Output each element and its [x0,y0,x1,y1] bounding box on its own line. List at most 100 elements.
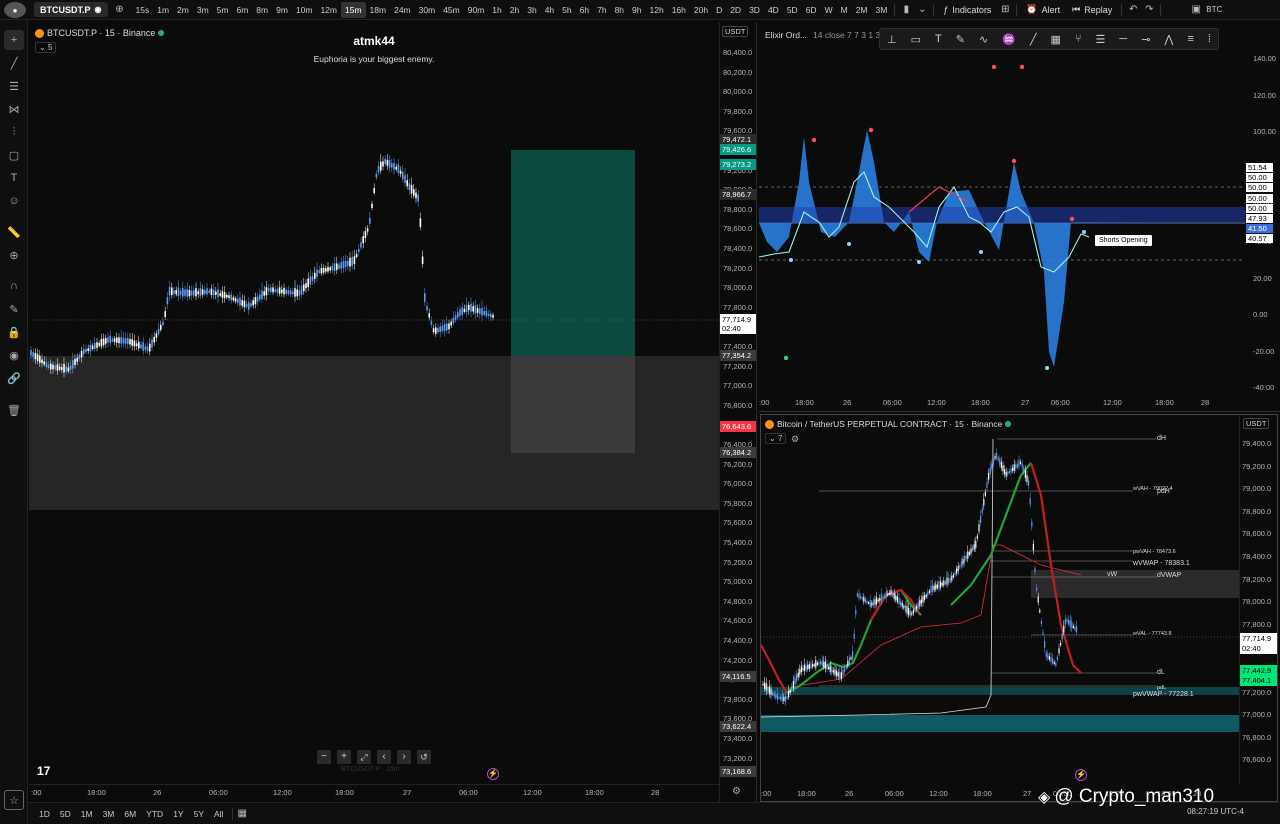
tradingview-logo[interactable]: 17 [37,764,50,778]
list-tool-icon[interactable]: ≡ [1187,33,1193,45]
emoji-icon[interactable]: ☺ [4,191,24,211]
settings-icon[interactable]: ⚙ [791,434,799,445]
timeframe-4h[interactable]: 4h [541,2,558,18]
oscillator-canvas[interactable] [759,22,1280,412]
magnet-icon[interactable]: ∩ [4,276,24,296]
osc-time-axis[interactable]: :00 18:00 26 06:00 12:00 18:00 27 06:00 12:00 18:… [759,394,1280,411]
range-6m[interactable]: 6M [119,809,141,819]
range-5d[interactable]: 5D [55,809,76,819]
timeframe-12h[interactable]: 12h [646,2,668,18]
timeframe-9m[interactable]: 9m [272,2,292,18]
timeframe-15s[interactable]: 15s [132,2,154,18]
timeframe-1m[interactable]: 1m [153,2,173,18]
eye-icon[interactable]: ◉ [4,345,24,365]
time-axis[interactable]: :00 18:00 26 06:00 12:00 18:00 27 06:00 12:00 18:… [29,784,719,802]
timeframe-5m[interactable]: 5m [213,2,233,18]
reset-button[interactable]: ↺ [417,750,431,764]
clock[interactable]: 08:27:19 UTC-4 [1187,807,1244,816]
layout-icon[interactable]: ▣ [1188,2,1204,18]
price-axis[interactable]: USDT 80,400.0 80,200.0 80,000.0 79,800.0 79,… [719,22,756,802]
timeframe-D[interactable]: D [712,2,726,18]
timeframe-20h[interactable]: 20h [690,2,712,18]
scroll-right-button[interactable]: › [397,750,411,764]
redo-icon[interactable]: ↷ [1141,2,1157,18]
replay-button[interactable]: ⏮ Replay [1066,4,1118,15]
timeframe-8h[interactable]: 8h [611,2,628,18]
secondary-chart-pane[interactable]: Bitcoin / TetherUS PERPETUAL CONTRACT · … [760,414,1278,802]
timeframe-90m[interactable]: 90m [464,2,489,18]
timeframe-4D[interactable]: 4D [764,2,783,18]
zoom-icon[interactable]: ⊕ [4,245,24,265]
timeframe-1h[interactable]: 1h [488,2,505,18]
forecast-icon[interactable]: ⫶ [4,122,24,142]
alert-button[interactable]: ⏰ Alert [1020,4,1066,15]
add-symbol-icon[interactable]: ⊕ [112,2,128,18]
timeframe-7h[interactable]: 7h [593,2,610,18]
zoom-in-button[interactable]: + [337,750,351,764]
hline-tool-icon[interactable]: ─ [1119,33,1127,45]
star-icon[interactable]: ☆ [4,790,24,810]
timeframe-6h[interactable]: 6h [576,2,593,18]
secondary-price-axis[interactable]: USDT 79,400.0 79,200.0 79,000.0 78,800.0 78,… [1239,415,1277,785]
timeframe-8m[interactable]: 8m [252,2,272,18]
wave-tool-icon[interactable]: ⋀ [1164,33,1173,46]
range-all[interactable]: All [209,809,228,819]
timeframe-5h[interactable]: 5h [558,2,575,18]
range-ytd[interactable]: YTD [141,809,168,819]
zoom-out-button[interactable]: − [317,750,331,764]
pencil-lock-icon[interactable]: ✎ [4,299,24,319]
timeframe-9h[interactable]: 9h [628,2,645,18]
timeframe-M[interactable]: M [837,2,852,18]
main-chart-pane[interactable]: BTCUSDT.P · 15 · Binance ⌄ 5 atmk44 Euph… [29,22,757,802]
timeframe-3h[interactable]: 3h [523,2,540,18]
timeframe-3M[interactable]: 3M [872,2,892,18]
timeframe-2m[interactable]: 2m [173,2,193,18]
main-chart-canvas[interactable] [29,22,757,802]
legend-toggle[interactable]: ⌄ 5 [35,42,57,53]
currency-label[interactable]: USDT [722,26,749,37]
long-stop-zone[interactable] [511,356,635,453]
lock-icon[interactable]: 🔒 [4,322,24,342]
timeframe-15m[interactable]: 15m [341,1,366,18]
vline-tool-icon[interactable]: ⁞ [1208,33,1211,45]
timeframe-18m[interactable]: 18m [366,2,391,18]
line-tool-icon[interactable]: ╱ [1030,33,1037,46]
link-icon[interactable]: 🔗 [4,368,24,388]
timeframe-3D[interactable]: 3D [745,2,764,18]
layout-grid-icon[interactable]: ⊞ [997,2,1013,18]
range-1d[interactable]: 1D [34,809,55,819]
long-target-zone[interactable] [511,150,635,356]
text-tool-icon[interactable]: T [935,33,942,45]
text-icon[interactable]: T [4,168,24,188]
calendar-icon[interactable]: ▦ [237,808,246,819]
pattern-icon[interactable]: ⋈ [4,99,24,119]
lightning-icon[interactable]: ⚡ [487,768,499,780]
ray-tool-icon[interactable]: ⊸ [1141,33,1150,46]
timeframe-30m[interactable]: 30m [415,2,440,18]
timeframe-16h[interactable]: 16h [668,2,690,18]
shapes-icon[interactable]: ▢ [4,145,24,165]
grid-tool-icon[interactable]: ▦ [1051,33,1061,46]
trendline-icon[interactable]: ╱ [4,53,24,73]
curve-tool-icon[interactable]: ∿ [979,33,988,46]
timeframe-24m[interactable]: 24m [390,2,415,18]
range-1y[interactable]: 1Y [168,809,188,819]
rect-tool-icon[interactable]: ▭ [911,33,921,46]
oscillator-pane[interactable]: Elixir Ord... 14 close 7 7 3 1 3 6 ⊥ ▭ T ✎ ∿… [759,22,1280,412]
brush-tool-icon[interactable]: ♒ [1002,33,1016,46]
currency-label[interactable]: USDT [1243,418,1270,429]
scroll-left-button[interactable]: ‹ [377,750,391,764]
timeframe-6D[interactable]: 6D [802,2,821,18]
timeframe-45m[interactable]: 45m [439,2,464,18]
timeframe-5D[interactable]: 5D [783,2,802,18]
settings-icon[interactable]: ⚙ [732,786,741,797]
timeframe-2D[interactable]: 2D [726,2,745,18]
crosshair-icon[interactable]: + [4,30,24,50]
timeframe-6m[interactable]: 6m [232,2,252,18]
fib-icon[interactable]: ☰ [4,76,24,96]
timeframe-10m[interactable]: 10m [292,2,317,18]
chevron-down-icon[interactable]: ⌄ [914,2,930,18]
range-3m[interactable]: 3M [98,809,120,819]
timeframe-2M[interactable]: 2M [852,2,872,18]
legend-toggle[interactable]: ⌄ 7 [765,433,787,444]
